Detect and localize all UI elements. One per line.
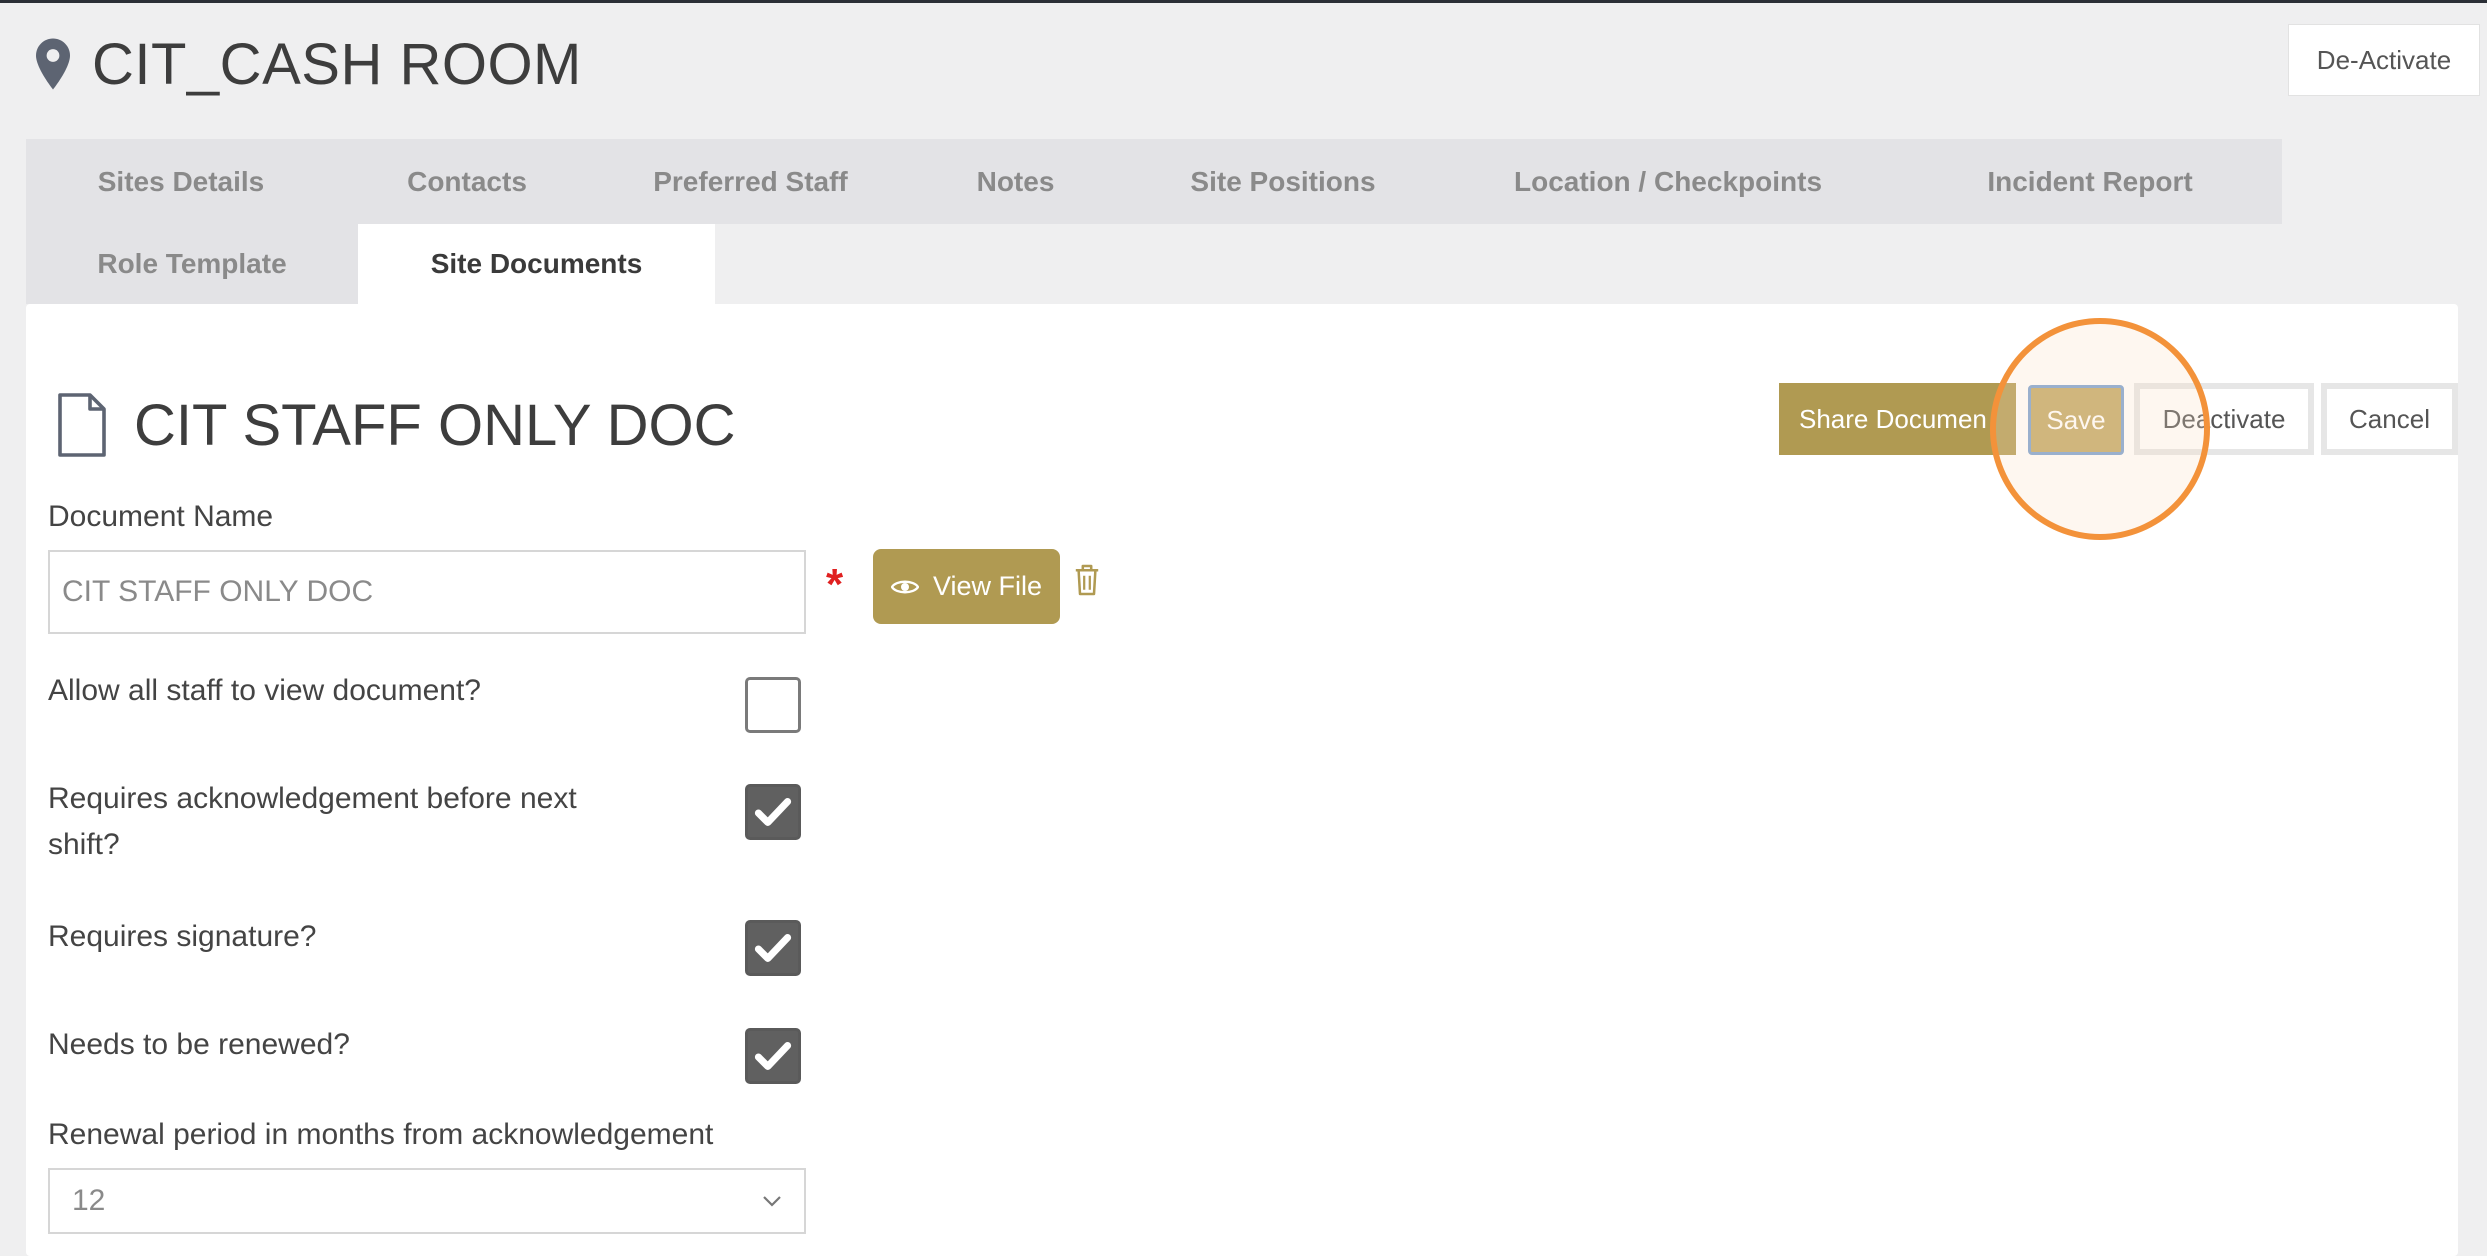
requires-ack-checkbox[interactable]: [745, 784, 801, 840]
tab-location-checkpoints[interactable]: Location / Checkpoints: [1438, 166, 1898, 198]
document-header: CIT STAFF ONLY DOC: [56, 390, 736, 460]
checkmark-icon: [754, 1042, 792, 1070]
chevron-down-icon: [763, 1196, 781, 1207]
document-title: CIT STAFF ONLY DOC: [134, 392, 736, 458]
requires-ack-label-line-2: shift?: [48, 828, 120, 861]
tab-site-positions[interactable]: Site Positions: [1128, 166, 1438, 198]
deactivate-document-button[interactable]: Deactivate: [2134, 383, 2314, 455]
top-border: [0, 0, 2487, 3]
tab-notes[interactable]: Notes: [903, 166, 1128, 198]
renewal-period-select[interactable]: 12: [48, 1168, 806, 1234]
tab-bar-row-2: Role Template Site Documents: [26, 224, 2282, 304]
tab-preferred-staff[interactable]: Preferred Staff: [598, 166, 903, 198]
requires-signature-label: Requires signature?: [48, 920, 317, 953]
needs-renewal-label: Needs to be renewed?: [48, 1028, 350, 1061]
renewal-period-label: Renewal period in months from acknowledg…: [48, 1118, 714, 1151]
view-file-label: View File: [932, 571, 1043, 601]
tab-contacts[interactable]: Contacts: [336, 166, 598, 198]
tab-role-template[interactable]: Role Template: [26, 224, 358, 304]
checkmark-icon: [754, 798, 792, 826]
document-icon: [58, 393, 106, 457]
view-file-button[interactable]: View File: [873, 549, 1060, 624]
requires-signature-checkbox[interactable]: [745, 920, 801, 976]
renewal-period-value: 12: [72, 1184, 106, 1217]
tab-incident-report[interactable]: Incident Report: [1898, 166, 2282, 198]
trash-icon[interactable]: [1073, 563, 1101, 597]
allow-all-staff-label: Allow all staff to view document?: [48, 674, 481, 707]
cancel-button[interactable]: Cancel: [2321, 383, 2458, 455]
tab-site-documents[interactable]: Site Documents: [358, 224, 715, 304]
required-indicator: *: [826, 560, 844, 609]
document-name-input[interactable]: [48, 550, 806, 634]
eye-icon: [890, 580, 919, 593]
document-name-label: Document Name: [48, 500, 274, 533]
needs-renewal-checkbox[interactable]: [745, 1028, 801, 1084]
tab-bar-row-1: Sites Details Contacts Preferred Staff N…: [26, 139, 2282, 224]
site-title: CIT_CASH ROOM: [92, 31, 582, 97]
map-pin-icon: [36, 38, 70, 90]
requires-ack-label-line-1: Requires acknowledgement before next: [48, 782, 577, 815]
checkmark-icon: [754, 934, 792, 962]
deactivate-site-button[interactable]: De-Activate: [2288, 24, 2480, 96]
save-button[interactable]: Save: [2028, 385, 2124, 455]
tab-spacer: [715, 224, 2282, 304]
site-header: CIT_CASH ROOM: [36, 32, 582, 97]
allow-all-staff-checkbox[interactable]: [745, 677, 801, 733]
tab-sites-details[interactable]: Sites Details: [26, 166, 336, 198]
share-document-button[interactable]: Share Documen: [1779, 383, 2016, 455]
